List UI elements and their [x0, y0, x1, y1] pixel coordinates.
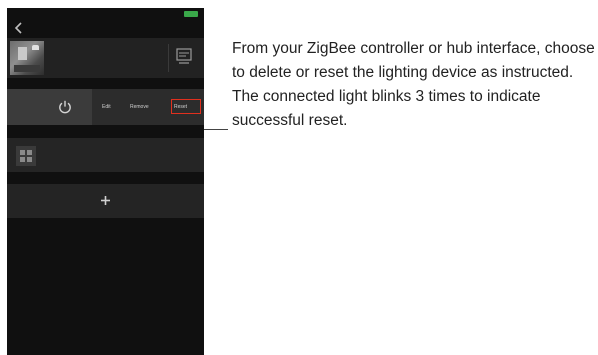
add-row[interactable]: [7, 184, 204, 218]
room-card[interactable]: [7, 38, 204, 78]
thumbnail-lamp: [32, 45, 39, 50]
callout-line: [204, 129, 228, 130]
thumbnail-sofa: [14, 65, 40, 72]
plus-icon[interactable]: [100, 195, 111, 206]
battery-icon: [184, 11, 198, 17]
room-card-divider: [168, 44, 169, 72]
back-arrow-icon[interactable]: [13, 22, 25, 34]
light-device-icon: [16, 146, 36, 166]
edit-room-icon[interactable]: [175, 47, 193, 67]
remove-button[interactable]: Remove: [130, 104, 149, 110]
instruction-text: From your ZigBee controller or hub inter…: [232, 40, 595, 129]
reset-highlight-box: [171, 99, 201, 114]
thumbnail-window: [18, 47, 27, 60]
phone-screenshot: Edit Remove Reset: [7, 8, 204, 355]
power-cell[interactable]: [7, 89, 92, 125]
power-icon[interactable]: [57, 99, 73, 115]
edit-button[interactable]: Edit: [102, 104, 111, 110]
room-thumbnail: [10, 41, 44, 75]
light-control-bar: Edit Remove Reset: [7, 89, 204, 125]
status-bar: [7, 8, 204, 20]
device-row[interactable]: [7, 138, 204, 172]
nav-header: [7, 20, 204, 38]
